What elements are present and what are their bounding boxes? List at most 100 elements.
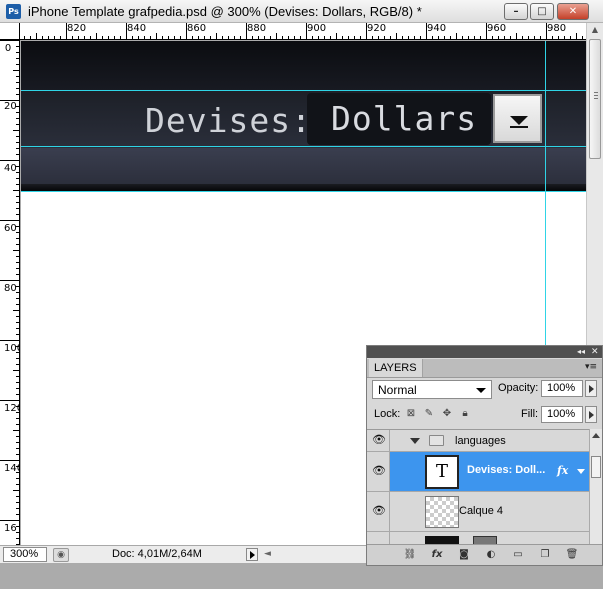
ruler-label: 820 <box>67 23 87 34</box>
ruler-label: 16 <box>4 523 17 534</box>
workspace-background <box>366 566 603 589</box>
layer-row-calque-4[interactable]: 👁︎ Calque 4 <box>367 492 589 532</box>
lock-transparent-icon[interactable]: ⊠ <box>405 408 417 420</box>
delete-layer-trash-icon[interactable]: 🗑︎ <box>565 548 579 562</box>
link-layers-icon[interactable]: ⛓︎ <box>403 548 417 562</box>
ruler-label: 960 <box>487 23 507 34</box>
vertical-ruler[interactable]: 0 20 40 60 80 100 120 140 16 <box>0 40 20 548</box>
opacity-field[interactable]: 100% <box>541 380 583 397</box>
guide-horizontal[interactable] <box>21 146 586 147</box>
ruler-label: 120 <box>4 403 19 414</box>
grip-line <box>594 98 598 99</box>
currency-value-box: Dollars <box>307 93 491 145</box>
lock-image-brush-icon[interactable]: ✎ <box>423 408 435 420</box>
currency-value: Dollars <box>331 99 478 138</box>
horizontal-ruler[interactable]: 820 840 860 880 900 920 940 960 980 <box>20 23 586 40</box>
scroll-up-icon[interactable] <box>592 433 600 438</box>
layer-row-partial[interactable] <box>367 532 589 544</box>
layer-name: Devises: Doll... <box>467 464 546 476</box>
document-size-info: Doc: 4,01M/2,64M <box>112 548 202 560</box>
ruler-label: 860 <box>187 23 207 34</box>
dropdown-arrow-bar <box>510 126 528 128</box>
layer-row-languages-group[interactable]: 👁︎ languages <box>367 430 589 452</box>
effects-expand-icon[interactable] <box>577 469 585 474</box>
maximize-button[interactable]: □ <box>530 3 554 20</box>
add-mask-icon[interactable]: ◙ <box>457 548 471 562</box>
ruler-label: 980 <box>547 23 567 34</box>
title-bar: Ps iPhone Template grafpedia.psd @ 300% … <box>0 0 603 23</box>
document-title: iPhone Template grafpedia.psd @ 300% (De… <box>28 4 422 19</box>
close-panel-icon[interactable]: ✕ <box>591 346 599 358</box>
minimize-button[interactable]: – <box>504 3 528 20</box>
eye-visibility-icon[interactable]: 👁︎ <box>371 464 387 480</box>
ruler-label: 40 <box>4 163 17 174</box>
workspace-background <box>0 563 366 589</box>
scroll-thumb[interactable] <box>589 39 601 159</box>
dropdown-arrow-icon <box>510 116 528 125</box>
panel-header-strip: ◂◂ ✕ <box>367 346 602 358</box>
ruler-origin[interactable] <box>0 23 20 40</box>
folder-icon <box>429 435 444 446</box>
layer-name: Calque 4 <box>459 505 504 517</box>
ruler-label: 100 <box>4 343 19 354</box>
ruler-label: 840 <box>127 23 147 34</box>
ruler-label: 20 <box>4 101 17 112</box>
ruler-label: 60 <box>4 223 17 234</box>
photoshop-window: Ps iPhone Template grafpedia.psd @ 300% … <box>0 0 603 589</box>
scroll-left-icon[interactable]: ◄ <box>264 549 271 559</box>
grip-line <box>594 92 598 93</box>
new-group-folder-icon[interactable]: ▭ <box>511 548 525 562</box>
collapse-panel-icon[interactable]: ◂◂ <box>577 346 585 358</box>
tab-layers[interactable]: LAYERS <box>369 359 423 377</box>
nav-bar-top-band <box>21 41 586 91</box>
layer-list: 👁︎ languages 👁︎ T Devises: Doll... fx 👁︎… <box>367 429 589 544</box>
ruler-label: 0 <box>4 43 12 54</box>
lock-label: Lock: <box>374 408 401 420</box>
photoshop-app-icon: Ps <box>6 4 21 19</box>
visibility-column <box>367 532 390 544</box>
eye-visibility-icon[interactable]: 👁︎ <box>371 433 387 449</box>
status-options-icon[interactable]: ◉ <box>53 548 69 562</box>
lock-position-move-icon[interactable]: ✥ <box>441 408 453 420</box>
fill-label: Fill: <box>521 408 539 420</box>
zoom-level-field[interactable]: 300% <box>3 547 47 562</box>
iphone-nav-bar: Devises: Dollars <box>21 41 586 191</box>
ruler-label: 140 <box>4 463 19 474</box>
panel-menu-icon[interactable]: ▾≡ <box>585 362 597 372</box>
adjustment-layer-icon[interactable]: ◐ <box>484 548 498 562</box>
layer-mask-thumbnail <box>473 536 497 544</box>
opacity-stepper[interactable] <box>585 380 597 397</box>
add-layer-style-fx-icon[interactable]: fx <box>430 548 444 562</box>
layers-scrollbar[interactable] <box>589 429 602 544</box>
text-layer-thumbnail-icon: T <box>425 455 459 489</box>
close-button[interactable]: ✕ <box>557 3 589 20</box>
ruler-label: 940 <box>427 23 447 34</box>
fill-stepper[interactable] <box>585 406 597 423</box>
layer-effects-fx-icon[interactable]: fx <box>557 464 568 477</box>
scroll-thumb[interactable] <box>591 456 601 478</box>
new-layer-icon[interactable]: ❐ <box>538 548 552 562</box>
guide-horizontal[interactable] <box>21 90 586 91</box>
fill-field[interactable]: 100% <box>541 406 583 423</box>
nav-bar-bottom-band <box>21 148 586 184</box>
lock-all-padlock-icon[interactable]: 🔒︎ <box>459 408 471 420</box>
currency-label: Devises: <box>145 101 312 140</box>
layers-panel: ◂◂ ✕ LAYERS ▾≡ Normal Opacity: 100% Lock… <box>366 345 603 566</box>
opacity-label: Opacity: <box>498 382 539 394</box>
layer-name: languages <box>455 435 506 447</box>
layer-row-devises-text[interactable]: 👁︎ T Devises: Doll... fx <box>367 452 589 492</box>
status-bar: 300% ◉ Doc: 4,01M/2,64M ◄ <box>0 545 366 563</box>
ruler-label: 80 <box>4 283 17 294</box>
ruler-label: 880 <box>247 23 267 34</box>
grip-line <box>594 95 598 96</box>
currency-dropdown-button <box>493 94 542 143</box>
layer-thumbnail <box>425 536 459 544</box>
eye-visibility-icon[interactable]: 👁︎ <box>371 504 387 520</box>
scroll-up-icon[interactable]: ▲ <box>588 25 602 39</box>
expand-triangle-icon[interactable] <box>410 438 420 444</box>
guide-horizontal[interactable] <box>21 191 586 192</box>
ruler-label: 920 <box>367 23 387 34</box>
blend-mode-select[interactable]: Normal <box>372 380 492 399</box>
layers-toolbar: ⛓︎ fx ◙ ◐ ▭ ❐ 🗑︎ <box>367 544 602 565</box>
status-menu-arrow-icon[interactable] <box>246 548 258 561</box>
